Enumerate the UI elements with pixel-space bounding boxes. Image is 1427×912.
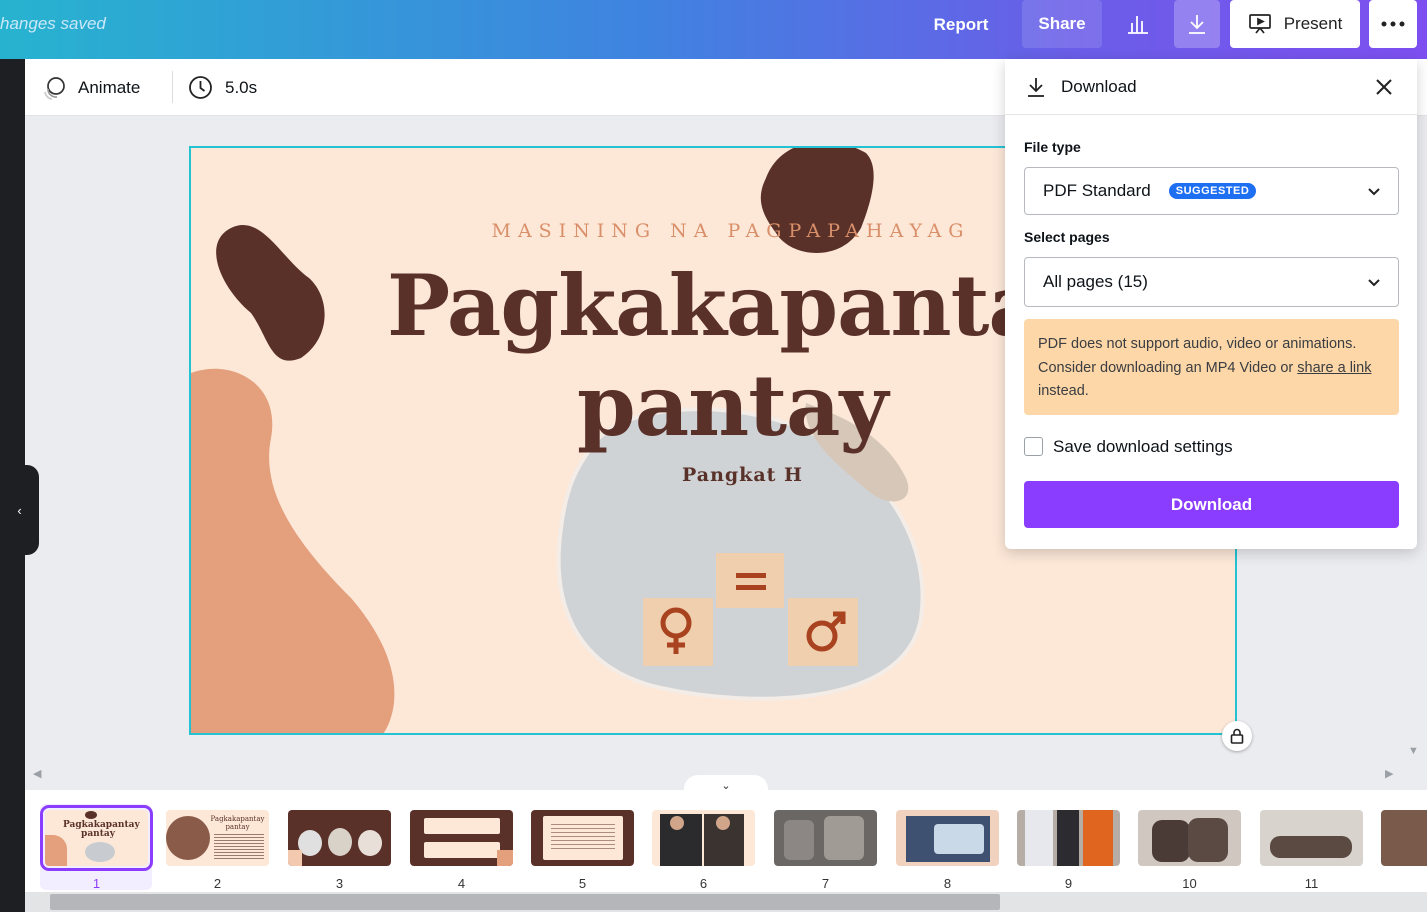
block-right — [788, 598, 858, 666]
file-type-select[interactable]: PDF Standard SUGGESTED — [1024, 167, 1399, 215]
page-thumbnail-7[interactable] — [774, 810, 877, 866]
download-panel: Download File type PDF Standard SUGGESTE… — [1005, 59, 1417, 549]
insights-button[interactable] — [1114, 0, 1162, 48]
save-settings-checkbox[interactable] — [1024, 437, 1043, 456]
filmstrip-toggle[interactable]: ⌄ — [684, 775, 768, 795]
page-thumbnail-1[interactable]: Pagkakapantay pantay — [40, 805, 153, 871]
block-middle — [716, 553, 784, 608]
report-button[interactable]: Report — [918, 1, 1004, 49]
page-number-4: 4 — [457, 876, 466, 891]
lock-icon — [1230, 728, 1244, 744]
select-pages-label: Select pages — [1024, 229, 1110, 245]
thumb-2-title: Pagkakapantay pantay — [210, 815, 265, 831]
warning-suffix: instead. — [1038, 383, 1089, 399]
page-thumbnail-4[interactable] — [410, 810, 513, 866]
scroll-left-arrow[interactable]: ◀ — [33, 767, 41, 780]
close-icon[interactable] — [1373, 76, 1395, 98]
share-link[interactable]: share a link — [1297, 360, 1371, 376]
animate-label: Animate — [78, 78, 141, 97]
page-number-9: 9 — [1064, 876, 1073, 891]
pdf-warning-box: PDF does not support audio, video or ani… — [1024, 319, 1399, 415]
download-panel-header: Download — [1005, 59, 1417, 115]
chevron-down-icon — [1368, 279, 1380, 287]
select-pages-value: All pages (15) — [1043, 272, 1148, 291]
more-icon — [1381, 21, 1405, 27]
page-number-8: 8 — [943, 876, 952, 891]
page-number-1: 1 — [92, 876, 101, 891]
download-panel-title: Download — [1061, 76, 1137, 96]
page-thumbnail-3[interactable] — [288, 810, 391, 866]
brown-blob-left — [216, 224, 325, 361]
share-button[interactable]: Share — [1022, 0, 1102, 48]
download-icon — [1028, 77, 1044, 97]
present-button[interactable]: Present — [1230, 0, 1360, 48]
animate-icon — [44, 77, 65, 100]
salmon-blob-shape — [191, 368, 395, 733]
collapse-panel-button[interactable]: ‹ — [0, 465, 39, 555]
duration-button[interactable]: 5.0s — [188, 75, 257, 100]
page-number-2: 2 — [213, 876, 222, 891]
download-toolbar-button[interactable] — [1174, 0, 1220, 48]
clock-icon — [189, 76, 212, 99]
bar-chart-icon — [1128, 16, 1148, 34]
page-thumbnail-9[interactable] — [1017, 810, 1120, 866]
duration-label: 5.0s — [225, 77, 258, 97]
page-number-7: 7 — [821, 876, 830, 891]
top-bar: hanges saved Report Share Present — [0, 0, 1427, 59]
page-number-3: 3 — [335, 876, 344, 891]
select-pages-dropdown[interactable]: All pages (15) — [1024, 257, 1399, 307]
page-number-5: 5 — [578, 876, 587, 891]
page-thumbnail-2[interactable]: Pagkakapantay pantay — [166, 810, 269, 866]
vertical-scroll-down-arrow[interactable]: ▼ — [1408, 745, 1419, 757]
download-button[interactable]: Download — [1024, 481, 1399, 528]
thumb-1-title: Pagkakapantay pantay — [63, 820, 140, 839]
present-label: Present — [1283, 14, 1343, 33]
animate-button[interactable]: Animate — [42, 75, 140, 101]
page-thumbnail-11[interactable] — [1260, 810, 1363, 866]
present-icon — [1248, 14, 1271, 34]
page-thumbnail-6[interactable] — [652, 810, 755, 866]
scroll-right-arrow[interactable]: ▶ — [1385, 767, 1393, 780]
page-number-6: 6 — [699, 876, 708, 891]
scrollbar-thumb[interactable] — [50, 894, 1000, 910]
page-number-11: 11 — [1304, 876, 1319, 891]
save-status: hanges saved — [0, 14, 106, 33]
slide-author: Pangkat H — [682, 464, 804, 486]
chevron-down-icon — [1368, 188, 1380, 196]
download-icon — [1189, 15, 1205, 34]
toolbar-divider — [172, 71, 173, 103]
page-thumbnail-8[interactable] — [896, 810, 999, 866]
page-thumbnail-5[interactable] — [531, 810, 634, 866]
save-settings-label[interactable]: Save download settings — [1053, 437, 1233, 457]
lock-button[interactable] — [1222, 721, 1252, 751]
page-thumbnail-12-partial[interactable] — [1381, 810, 1427, 866]
chevron-left-icon: ‹ — [17, 502, 22, 518]
file-type-label: File type — [1024, 139, 1081, 155]
slide-title-line2: pantay — [577, 356, 888, 455]
horizontal-scrollbar[interactable] — [25, 892, 1427, 912]
more-options-button[interactable] — [1369, 0, 1417, 48]
chevron-down-icon: ⌄ — [721, 779, 731, 792]
file-type-value: PDF Standard — [1043, 181, 1151, 200]
suggested-badge: SUGGESTED — [1168, 183, 1257, 199]
page-thumbnail-10[interactable] — [1138, 810, 1241, 866]
page-number-10: 10 — [1182, 876, 1197, 891]
